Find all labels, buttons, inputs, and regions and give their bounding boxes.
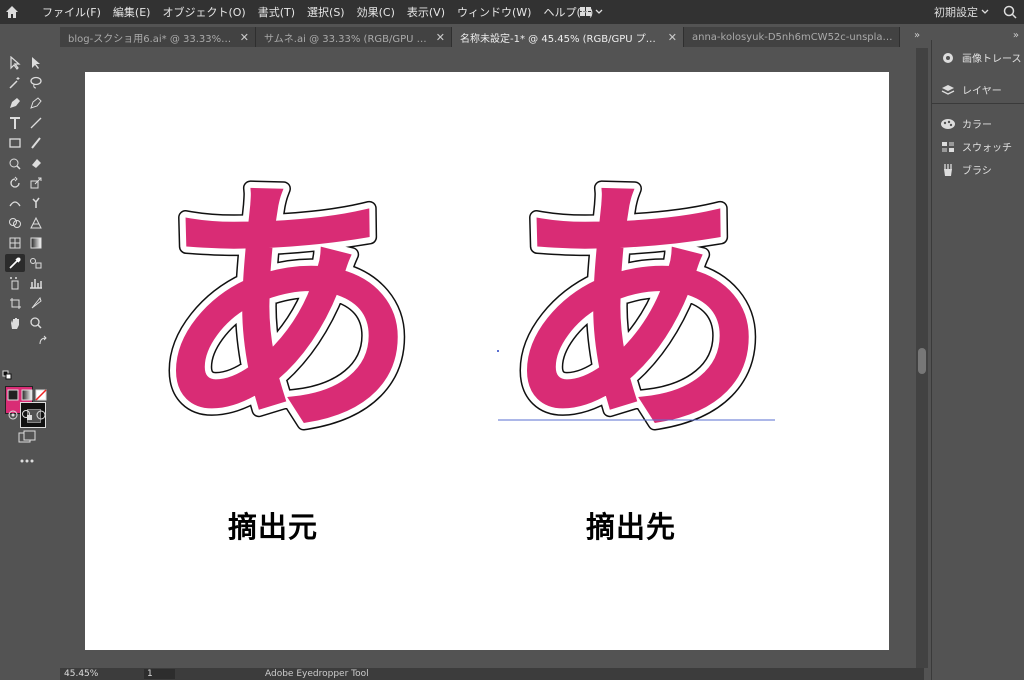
caption-target: 摘出先 xyxy=(586,510,677,544)
panel-color[interactable]: カラー xyxy=(940,116,992,131)
menu-edit[interactable]: 編集(E) xyxy=(107,4,157,20)
tab-label: blog-スクショ用6.ai* @ 33.33% (CMYK/GP... xyxy=(68,33,234,45)
gradient-tool-icon[interactable] xyxy=(26,234,46,252)
tab-label: 名称未設定-1* @ 45.45% (RGB/GPU プレビュー) xyxy=(460,33,662,45)
artboard-number-field[interactable]: 1 xyxy=(144,669,175,679)
curvature-tool-icon[interactable] xyxy=(26,94,46,112)
hand-tool-icon[interactable] xyxy=(5,314,25,332)
panel-image-trace[interactable]: 画像トレース xyxy=(940,50,1022,65)
paintbrush-tool-icon[interactable] xyxy=(26,134,46,152)
menu-window[interactable]: ウィンドウ(W) xyxy=(451,4,537,20)
layers-icon xyxy=(940,83,956,97)
draw-inside-icon[interactable] xyxy=(31,406,51,424)
brush-icon xyxy=(940,163,956,177)
slice-tool-icon[interactable] xyxy=(26,294,46,312)
close-icon[interactable]: ✕ xyxy=(436,31,445,44)
panel-label: レイヤー xyxy=(962,86,1002,97)
line-segment-tool-icon[interactable] xyxy=(26,114,46,132)
collapse-panels-icon[interactable]: » xyxy=(1013,30,1019,41)
menu-type[interactable]: 書式(T) xyxy=(252,4,301,20)
menu-view[interactable]: 表示(V) xyxy=(401,4,451,20)
status-bar: 45.45% 1 Adobe Eyedropper Tool xyxy=(60,668,924,680)
workspace-switcher[interactable]: 初期設定 xyxy=(934,0,992,24)
arrange-documents-button[interactable] xyxy=(578,3,604,19)
tab-document-1[interactable]: blog-スクショ用6.ai* @ 33.33% (CMYK/GP... ✕ xyxy=(60,27,256,47)
tabs-overflow-icon[interactable]: » xyxy=(914,30,920,41)
scrollbar-thumb[interactable] xyxy=(918,348,926,374)
panel-swatches[interactable]: スウォッチ xyxy=(940,139,1012,154)
mesh-tool-icon[interactable] xyxy=(5,234,25,252)
default-fill-stroke-icon[interactable] xyxy=(0,366,14,384)
panel-label: カラー xyxy=(962,120,992,131)
shaper-tool-icon[interactable] xyxy=(5,154,25,172)
workspace-label: 初期設定 xyxy=(934,6,978,19)
rectangle-tool-icon[interactable] xyxy=(5,134,25,152)
swatches-icon xyxy=(940,140,956,154)
vertical-scrollbar[interactable] xyxy=(916,48,928,668)
panel-brushes[interactable]: ブラシ xyxy=(940,162,992,177)
close-icon[interactable]: ✕ xyxy=(668,31,677,44)
artboard-tool-icon[interactable] xyxy=(5,294,25,312)
magic-wand-tool-icon[interactable] xyxy=(5,74,25,92)
menu-bar: ファイル(F) 編集(E) オブジェクト(O) 書式(T) 選択(S) 効果(C… xyxy=(0,0,1024,24)
zoom-tool-icon[interactable] xyxy=(26,314,46,332)
color-palette-icon xyxy=(940,117,956,131)
tab-document-2[interactable]: サムネ.ai @ 33.33% (RGB/GPU プレビュー) ✕ xyxy=(256,27,452,47)
pen-tool-icon[interactable] xyxy=(5,94,25,112)
menu-list: ファイル(F) 編集(E) オブジェクト(O) 書式(T) 選択(S) 効果(C… xyxy=(36,4,599,20)
document-tab-bar: blog-スクショ用6.ai* @ 33.33% (CMYK/GP... ✕ サ… xyxy=(60,27,900,47)
direct-selection-tool-icon[interactable] xyxy=(26,54,46,72)
tab-document-3-active[interactable]: 名称未設定-1* @ 45.45% (RGB/GPU プレビュー) ✕ xyxy=(452,27,684,47)
tab-document-4[interactable]: anna-kolosyuk-D5nh6mCW52c-unsplash.jpg* xyxy=(684,27,900,47)
puppet-warp-tool-icon[interactable] xyxy=(26,194,46,212)
image-trace-icon xyxy=(940,51,956,65)
selection-tool-icon[interactable] xyxy=(5,54,25,72)
zoom-level[interactable]: 45.45% xyxy=(60,669,104,679)
search-icon[interactable] xyxy=(1002,4,1018,23)
edit-toolbar-icon[interactable] xyxy=(16,452,38,470)
menu-effect[interactable]: 効果(C) xyxy=(351,4,401,20)
panel-label: ブラシ xyxy=(962,166,992,177)
tab-label: anna-kolosyuk-D5nh6mCW52c-unsplash.jpg* xyxy=(692,31,893,43)
home-icon[interactable] xyxy=(0,0,24,24)
symbol-sprayer-tool-icon[interactable] xyxy=(5,274,25,292)
blend-tool-icon[interactable] xyxy=(26,254,46,272)
menu-object[interactable]: オブジェクト(O) xyxy=(156,4,251,20)
lasso-tool-icon[interactable] xyxy=(26,74,46,92)
panel-layers[interactable]: レイヤー xyxy=(940,82,1002,97)
tools-panel xyxy=(0,48,50,668)
swap-fill-stroke-icon[interactable] xyxy=(34,332,54,350)
eyedropper-tool-icon[interactable] xyxy=(5,254,25,272)
artboard[interactable] xyxy=(85,72,889,650)
column-graph-tool-icon[interactable] xyxy=(26,274,46,292)
current-tool-label[interactable]: Adobe Eyedropper Tool xyxy=(265,669,369,679)
rotate-tool-icon[interactable] xyxy=(5,174,25,192)
tab-label: サムネ.ai @ 33.33% (RGB/GPU プレビュー) xyxy=(264,33,430,45)
menu-select[interactable]: 選択(S) xyxy=(301,4,351,20)
screen-mode-icon[interactable] xyxy=(16,428,38,446)
right-panel-dock: » 画像トレース レイヤー カラー スウォッチ ブラシ xyxy=(931,30,1024,680)
perspective-grid-tool-icon[interactable] xyxy=(26,214,46,232)
panel-label: スウォッチ xyxy=(962,143,1012,154)
caption-source: 摘出元 xyxy=(228,510,319,544)
panel-label: 画像トレース xyxy=(962,54,1022,65)
menu-file[interactable]: ファイル(F) xyxy=(36,4,107,20)
panel-divider xyxy=(931,103,1024,104)
close-icon[interactable]: ✕ xyxy=(240,31,249,44)
none-mode-icon[interactable] xyxy=(31,386,51,404)
shape-builder-tool-icon[interactable] xyxy=(5,214,25,232)
eraser-tool-icon[interactable] xyxy=(26,154,46,172)
scale-tool-icon[interactable] xyxy=(26,174,46,192)
chevron-down-icon xyxy=(981,9,989,14)
warp-tool-icon[interactable] xyxy=(5,194,25,212)
type-tool-icon[interactable] xyxy=(5,114,25,132)
